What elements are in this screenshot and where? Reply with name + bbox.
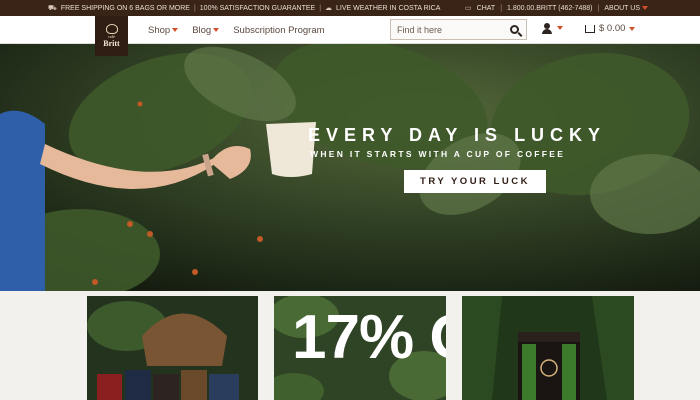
cart-icon [585, 24, 595, 33]
tile-image-basket [87, 296, 258, 400]
nav-subscription-label: Subscription Program [233, 24, 325, 36]
chevron-down-icon [172, 28, 179, 32]
promo-tile-coffee-bag[interactable] [462, 296, 634, 400]
phone-link[interactable]: 1.800.00.BRITT (462-7488) [507, 5, 592, 12]
chat-icon[interactable]: ▭ [465, 4, 472, 12]
search-icon[interactable] [510, 25, 519, 34]
free-shipping-text: FREE SHIPPING ON 6 BAGS OR MORE [60, 4, 190, 12]
chevron-down-icon [213, 28, 220, 32]
nav-subscription-program[interactable]: Subscription Program [233, 25, 324, 36]
cart-total: $ 0.00 [599, 23, 626, 34]
about-us-label: ABOUT US [604, 4, 640, 12]
promo-tile-products[interactable] [87, 296, 258, 400]
weather-link[interactable]: LIVE WEATHER IN COSTA RICA [336, 5, 440, 12]
search-input[interactable] [391, 24, 506, 35]
about-us-menu[interactable]: ABOUT US [604, 5, 648, 12]
divider: | [500, 4, 503, 12]
nav-blog[interactable]: Blog [192, 24, 220, 36]
divider: | [193, 4, 196, 12]
nav-blog-label: Blog [192, 24, 212, 36]
hero-headline: EVERY DAY IS LUCKY [308, 125, 607, 145]
weather-icon: ☁ [325, 5, 333, 12]
cart-button[interactable]: $ 0.00 [585, 23, 636, 34]
divider: | [597, 4, 600, 12]
discount-percent-text: 17% OFF [292, 303, 446, 372]
divider: | [319, 4, 322, 12]
hero-background-image [0, 44, 700, 291]
truck-icon: ⛟ [48, 4, 57, 12]
primary-nav: Shop Blog Subscription Program [148, 16, 325, 44]
user-icon-body [542, 29, 552, 34]
nav-shop[interactable]: Shop [148, 24, 179, 36]
nav-shop-label: Shop [148, 24, 171, 36]
hero-subheadline: WHEN IT STARTS WITH A CUP OF COFFEE [310, 149, 566, 159]
coffee-bean-icon [105, 24, 118, 34]
tile-image-coffee-bag [462, 296, 634, 400]
guarantee-text: 100% SATISFACTION GUARANTEE [199, 4, 316, 12]
chat-link[interactable]: CHAT [477, 5, 496, 12]
search-box [390, 19, 527, 40]
chevron-down-icon [557, 26, 563, 30]
promo-tile-discount[interactable]: 17% OFF [274, 296, 446, 400]
cafe-britt-logo[interactable]: café Britt [95, 16, 128, 56]
hero-banner [0, 44, 700, 291]
try-your-luck-button[interactable]: TRY YOUR LUCK [404, 170, 546, 193]
account-menu[interactable] [542, 23, 564, 35]
chevron-down-icon [629, 26, 636, 31]
chevron-down-icon [642, 5, 648, 10]
top-announcement-bar: ⛟ FREE SHIPPING ON 6 BAGS OR MORE | 100%… [0, 0, 700, 16]
logo-brand-text: Britt [103, 39, 120, 48]
